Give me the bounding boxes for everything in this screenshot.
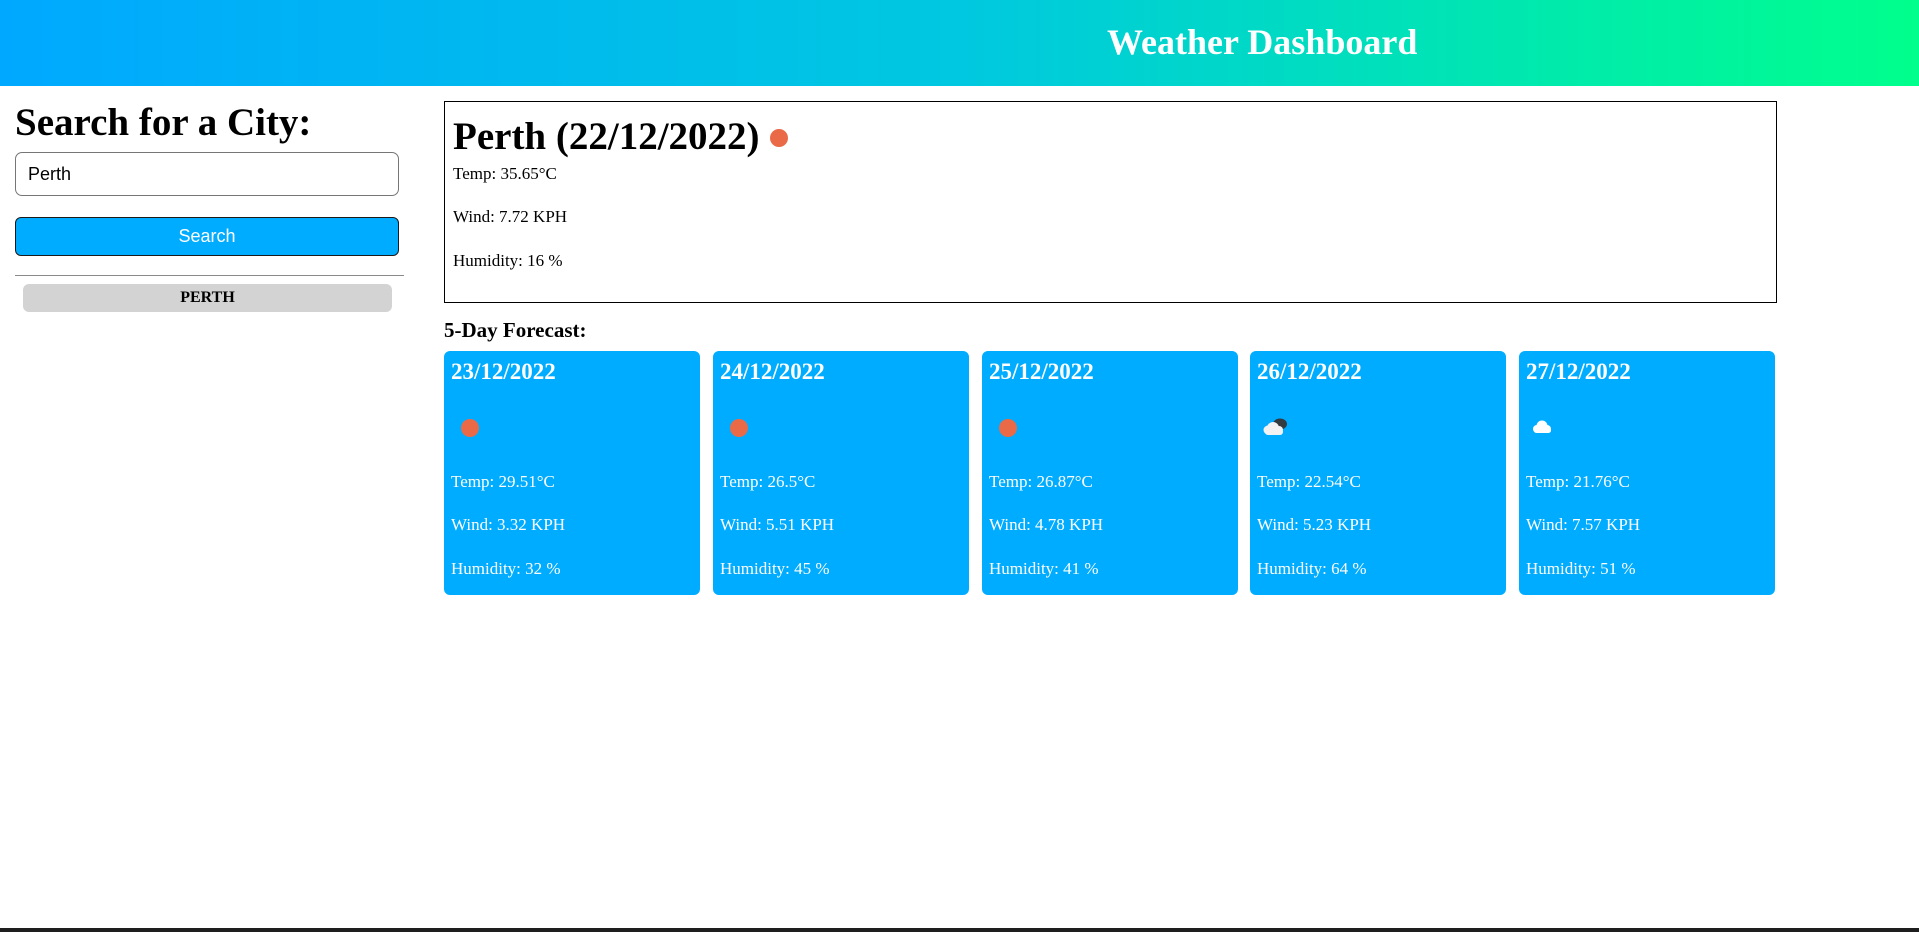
sun-icon <box>723 415 755 439</box>
page-title: Weather Dashboard <box>1107 22 1418 62</box>
forecast-wind: Wind: 4.78 KPH <box>989 515 1104 534</box>
forecast-card-day-5: 27/12/2022 Temp: 21.76°C Wind: 7.57 KPH … <box>1519 351 1775 595</box>
forecast-wind: Wind: 5.51 KPH <box>720 515 835 534</box>
current-weather-card: Perth (22/12/2022) Temp: 35.65°C Wind: 7… <box>444 101 1777 303</box>
forecast-wind: Wind: 3.32 KPH <box>451 515 566 534</box>
search-sidebar: Search for a City: Search PERTH <box>15 100 404 312</box>
forecast-humidity: Humidity: 45 % <box>720 559 830 578</box>
forecast-date: 25/12/2022 <box>989 359 1094 384</box>
broken-clouds-icon <box>1260 415 1292 439</box>
forecast-date: 26/12/2022 <box>1257 359 1362 384</box>
forecast-card-day-1: 23/12/2022 Temp: 29.51°C Wind: 3.32 KPH … <box>444 351 700 595</box>
sun-icon <box>454 415 486 439</box>
forecast-temp: Temp: 26.87°C <box>989 472 1093 491</box>
current-wind: Wind: 7.72 KPH <box>453 207 568 226</box>
current-title-row: Perth (22/12/2022) <box>453 114 788 160</box>
forecast-humidity: Humidity: 64 % <box>1257 559 1367 578</box>
forecast-wind: Wind: 5.23 KPH <box>1257 515 1372 534</box>
current-city-title: Perth (22/12/2022) <box>453 115 760 158</box>
sun-icon <box>769 129 788 147</box>
current-humidity: Humidity: 16 % <box>453 251 563 270</box>
sun-icon <box>992 415 1024 439</box>
forecast-temp: Temp: 29.51°C <box>451 472 555 491</box>
search-button[interactable]: Search <box>15 217 399 256</box>
forecast-date: 23/12/2022 <box>451 359 556 384</box>
cloud-icon <box>1529 415 1561 439</box>
forecast-date: 24/12/2022 <box>720 359 825 384</box>
history-item-perth[interactable]: PERTH <box>23 284 392 312</box>
forecast-humidity: Humidity: 51 % <box>1526 559 1636 578</box>
forecast-humidity: Humidity: 41 % <box>989 559 1099 578</box>
search-heading: Search for a City: <box>15 101 312 144</box>
forecast-temp: Temp: 26.5°C <box>720 472 816 491</box>
forecast-date: 27/12/2022 <box>1526 359 1631 384</box>
forecast-card-day-4: 26/12/2022 Temp: 22.54°C Wind: 5.23 KPH … <box>1250 351 1506 595</box>
current-temp: Temp: 35.65°C <box>453 164 557 183</box>
forecast-card-day-3: 25/12/2022 Temp: 26.87°C Wind: 4.78 KPH … <box>982 351 1238 595</box>
forecast-humidity: Humidity: 32 % <box>451 559 561 578</box>
forecast-wind: Wind: 7.57 KPH <box>1526 515 1641 534</box>
header-banner: Weather Dashboard <box>0 0 1919 86</box>
forecast-temp: Temp: 21.76°C <box>1526 472 1630 491</box>
forecast-temp: Temp: 22.54°C <box>1257 472 1361 491</box>
sidebar-divider <box>15 275 404 276</box>
forecast-heading: 5-Day Forecast: <box>444 318 587 342</box>
city-search-input[interactable] <box>15 152 399 196</box>
bottom-edge-bar <box>0 928 1919 932</box>
forecast-card-day-2: 24/12/2022 Temp: 26.5°C Wind: 5.51 KPH H… <box>713 351 969 595</box>
